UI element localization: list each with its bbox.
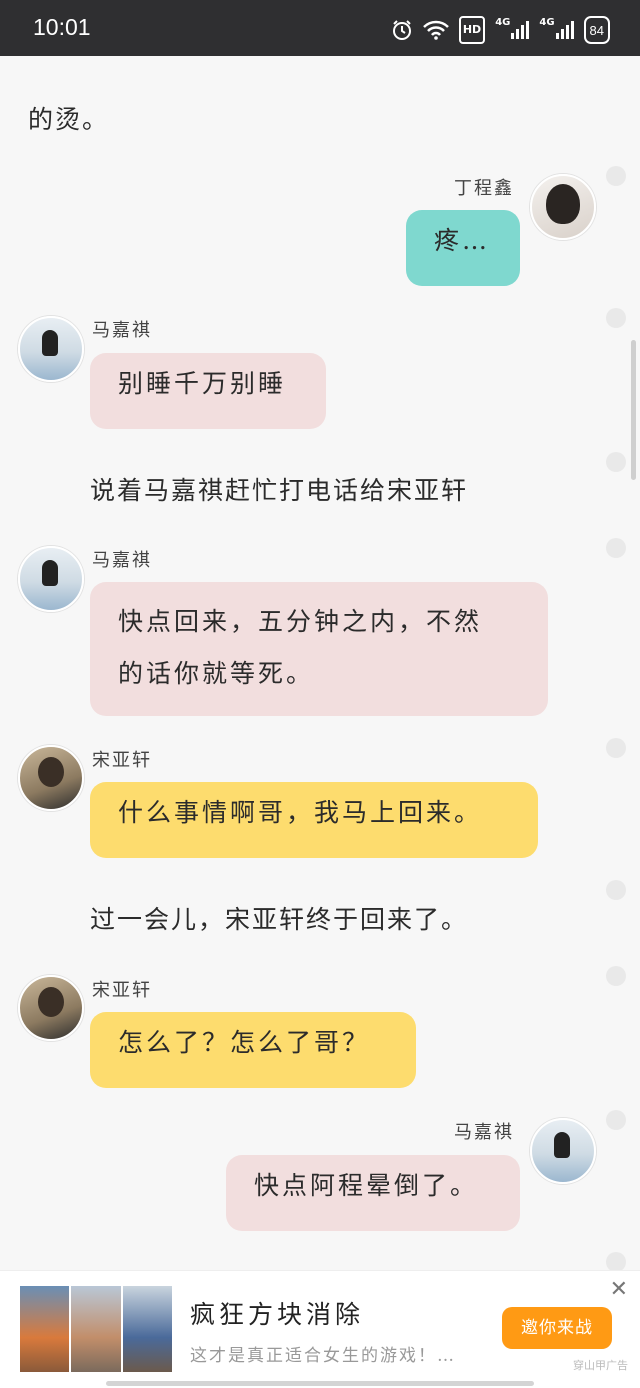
message-bubble: 快点阿程晕倒了。 [226,1155,520,1231]
message-text: 什么事情啊哥，我马上回来。 [118,798,483,827]
speaker-name: 宋亚轩 [92,980,152,1001]
ad-cta-button[interactable]: 邀你来战 [502,1307,612,1349]
comment-dot[interactable] [606,1252,626,1272]
comment-dot[interactable] [606,966,626,986]
ad-title[interactable]: 疯狂方块消除 [190,1295,364,1331]
alarm-icon [391,18,413,42]
speaker-name: 马嘉祺 [454,1122,514,1143]
status-bar: 10:01 HD 4G 4G 84 [0,0,640,56]
comment-dot[interactable] [606,452,626,472]
speaker-name: 丁程鑫 [454,178,514,199]
ad-description[interactable]: 这才是真正适合女生的游戏！… [190,1341,456,1366]
message-bubble: 什么事情啊哥，我马上回来。 [90,782,538,858]
home-indicator[interactable] [106,1381,534,1386]
message-bubble: 快点回来，五分钟之内，不然 的话你就等死。 [90,582,548,716]
message-text: 快点阿程晕倒了。 [254,1171,479,1200]
hd-icon: HD [458,16,486,44]
narration: 说着马嘉祺赶忙打电话给宋亚轩 [90,476,469,505]
ad-image[interactable] [20,1286,172,1372]
comment-dot[interactable] [606,308,626,328]
signal-icon: 4G [495,18,530,42]
avatar[interactable] [18,316,84,382]
speaker-name: 马嘉祺 [92,320,152,341]
message-text-line: 快点回来，五分钟之内，不然 [118,607,483,636]
message-bubble: 怎么了？怎么了哥？ [90,1012,416,1088]
message-text: 别睡千万别睡 [118,369,287,398]
signal-icon: 4G [539,18,574,42]
message-text: 疼… [434,226,491,255]
wifi-icon [422,18,449,42]
scrollbar[interactable] [631,340,636,480]
message-text-line: 的话你就等死。 [118,659,315,688]
comment-dot[interactable] [606,538,626,558]
comment-dot[interactable] [606,166,626,186]
close-icon[interactable]: ✕ [610,1279,628,1301]
speaker-name: 宋亚轩 [92,750,152,771]
avatar[interactable] [18,745,84,811]
message-text: 怎么了？怎么了哥？ [118,1028,371,1057]
narration-fragment: 的烫。 [28,105,110,134]
clock: 10:01 [33,14,91,40]
speaker-name: 马嘉祺 [92,550,152,571]
avatar[interactable] [530,1118,596,1184]
avatar[interactable] [530,174,596,240]
ad-source-label: 穿山甲广告 [573,1359,628,1372]
narration: 过一会儿，宋亚轩终于回来了。 [90,905,469,934]
message-bubble: 疼… [406,210,520,286]
comment-dot[interactable] [606,880,626,900]
message-bubble: 别睡千万别睡 [90,353,326,429]
comment-dot[interactable] [606,1110,626,1130]
ad-banner[interactable]: 疯狂方块消除 这才是真正适合女生的游戏！… 邀你来战 ✕ 穿山甲广告 [0,1270,640,1388]
avatar[interactable] [18,975,84,1041]
story-feed[interactable]: 的烫。 丁程鑫 疼… 马嘉祺 别睡千万别睡 说着马嘉祺赶忙打电话给宋亚轩 马嘉祺… [0,0,640,1387]
battery-icon: 84 [583,16,610,44]
status-icons: HD 4G 4G 84 [391,16,610,44]
comment-dot[interactable] [606,738,626,758]
avatar[interactable] [18,546,84,612]
